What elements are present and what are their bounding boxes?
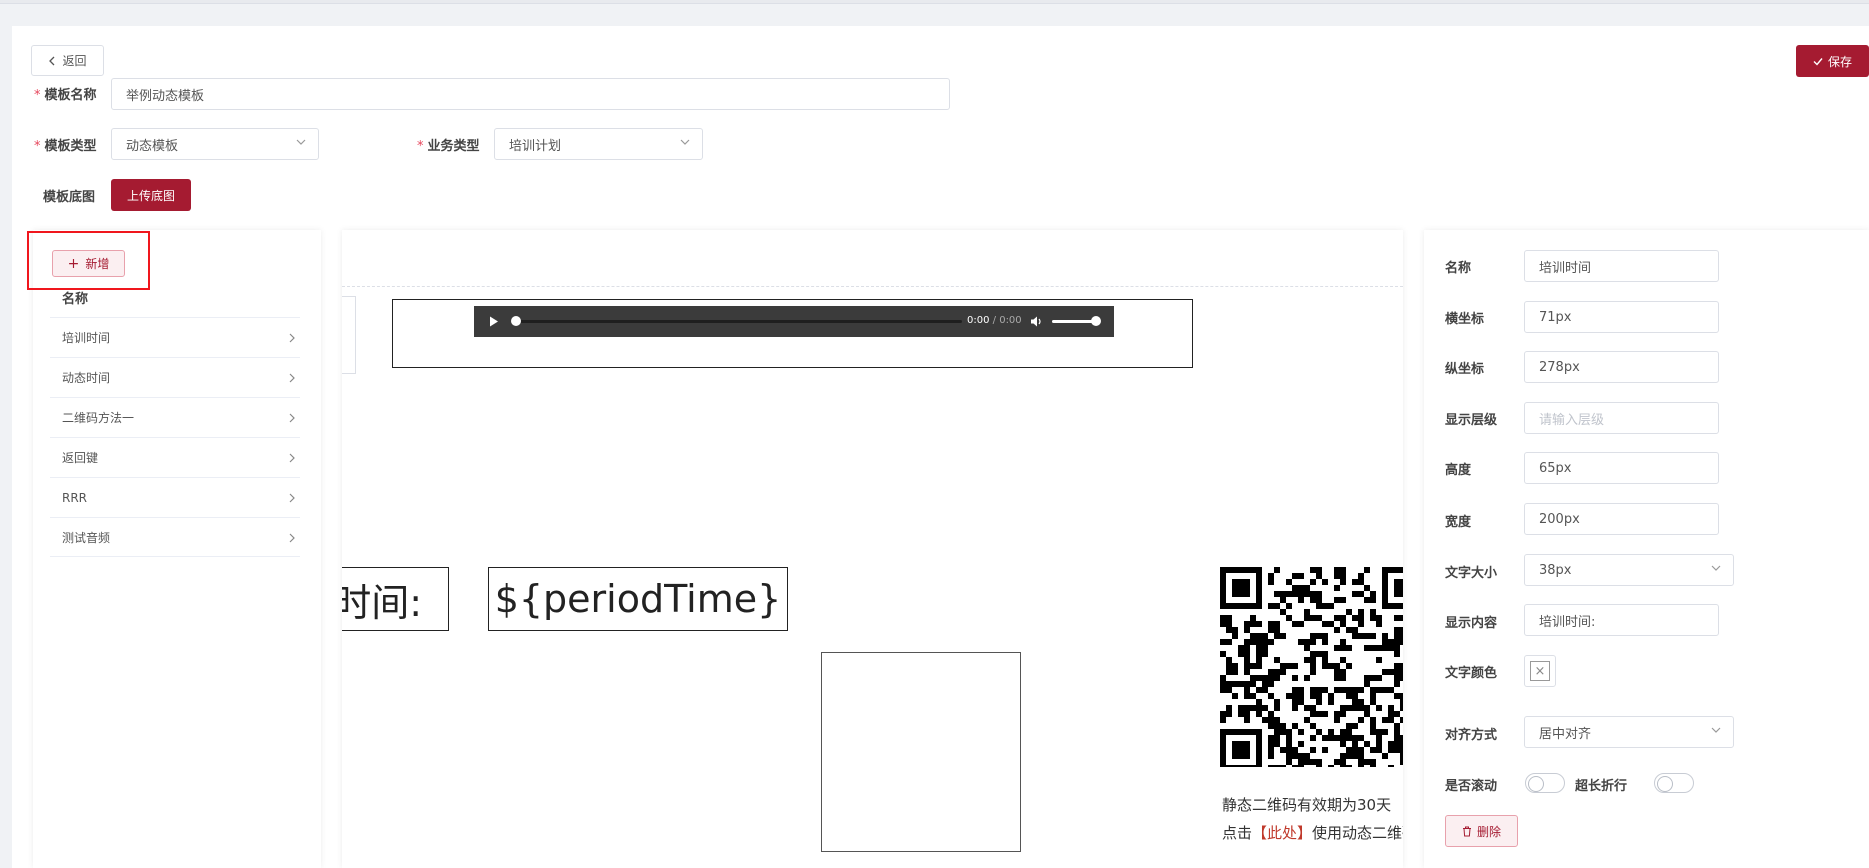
top-border bbox=[0, 0, 1869, 4]
prop-zindex-label: 显示层级 bbox=[1445, 413, 1498, 428]
prop-y-label: 纵坐标 bbox=[1445, 362, 1485, 377]
qr-note-line1: 静态二维码有效期为30天 bbox=[1222, 796, 1392, 814]
prop-align-select[interactable]: 居中对齐 bbox=[1524, 716, 1734, 748]
background-image-label: 模板底图 bbox=[43, 190, 96, 205]
plus-icon: + bbox=[67, 255, 80, 272]
add-layer-button[interactable]: + 新增 bbox=[52, 250, 125, 277]
volume-icon[interactable] bbox=[1030, 316, 1043, 327]
prop-zindex-input[interactable]: 请输入层级 bbox=[1524, 402, 1719, 434]
chevron-down-icon bbox=[680, 139, 690, 145]
chevron-right-icon bbox=[289, 533, 295, 543]
list-divider bbox=[50, 556, 300, 557]
prop-content-input[interactable]: 培训时间: bbox=[1524, 604, 1719, 636]
qr-note-line2: 点击【此处】使用动态二维码 bbox=[1222, 824, 1403, 842]
dynamic-qr-link[interactable]: 【此处】 bbox=[1252, 824, 1312, 842]
play-icon[interactable] bbox=[489, 316, 499, 327]
template-type-select[interactable]: 动态模板 bbox=[111, 128, 319, 160]
prop-name-label: 名称 bbox=[1445, 261, 1472, 276]
text-color-picker[interactable]: × bbox=[1524, 655, 1556, 687]
prop-height-label: 高度 bbox=[1445, 463, 1472, 478]
canvas-text-variable[interactable]: ${periodTime} bbox=[488, 567, 788, 631]
empty-color-icon: × bbox=[1530, 661, 1550, 681]
prop-y-input[interactable]: 278px bbox=[1524, 351, 1719, 383]
template-name-input[interactable]: 举例动态模板 bbox=[111, 78, 950, 110]
required-mark: * bbox=[417, 139, 424, 154]
check-icon bbox=[1813, 57, 1823, 66]
volume-track[interactable] bbox=[1052, 320, 1096, 323]
layer-item-label: 测试音频 bbox=[62, 531, 111, 545]
layer-list-header: 名称 bbox=[62, 292, 89, 307]
layer-item-training-time[interactable]: 培训时间 bbox=[50, 317, 300, 357]
layer-item-label: 二维码方法一 bbox=[62, 411, 135, 425]
canvas-text-label[interactable]: 时间: bbox=[342, 567, 449, 631]
chevron-down-icon bbox=[296, 139, 306, 145]
scroll-toggle[interactable] bbox=[1525, 773, 1565, 793]
template-name-label: * 模板名称 bbox=[34, 88, 97, 103]
qr-code-image[interactable] bbox=[1220, 567, 1403, 767]
upload-background-button[interactable]: 上传底图 bbox=[111, 179, 191, 211]
business-type-select[interactable]: 培训计划 bbox=[494, 128, 703, 160]
layer-item-back-key[interactable]: 返回键 bbox=[50, 437, 300, 477]
back-button-label: 返回 bbox=[62, 54, 87, 68]
delete-layer-button[interactable]: 删除 bbox=[1445, 815, 1518, 847]
layer-item-rrr[interactable]: RRR bbox=[50, 477, 300, 517]
chevron-left-icon bbox=[49, 56, 55, 65]
prop-width-label: 宽度 bbox=[1445, 515, 1472, 530]
prop-x-input[interactable]: 71px bbox=[1524, 301, 1719, 333]
audio-progress-handle[interactable] bbox=[511, 316, 521, 326]
prop-width-input[interactable]: 200px bbox=[1524, 503, 1719, 535]
prop-fontsize-label: 文字大小 bbox=[1445, 566, 1498, 581]
chevron-right-icon bbox=[289, 493, 295, 503]
delete-layer-label: 删除 bbox=[1476, 824, 1501, 839]
layer-item-qrcode[interactable]: 二维码方法一 bbox=[50, 397, 300, 437]
audio-player: 0:00 / 0:00 bbox=[474, 306, 1114, 337]
prop-scroll-label: 是否滚动 bbox=[1445, 779, 1498, 794]
chevron-down-icon bbox=[1711, 727, 1721, 733]
add-layer-label: 新增 bbox=[85, 257, 110, 271]
layer-item-dynamic-time[interactable]: 动态时间 bbox=[50, 357, 300, 397]
chevron-right-icon bbox=[289, 333, 295, 343]
prop-content-label: 显示内容 bbox=[1445, 616, 1498, 631]
trash-icon bbox=[1462, 826, 1471, 836]
wrap-toggle[interactable] bbox=[1654, 773, 1694, 793]
layer-item-label: 动态时间 bbox=[62, 371, 111, 385]
required-mark: * bbox=[34, 88, 41, 103]
chevron-down-icon bbox=[1711, 565, 1721, 571]
template-canvas[interactable]: 0:00 / 0:00 时间: ${periodTime} 静态二维码有效期为3… bbox=[342, 230, 1403, 868]
canvas-audio-element[interactable]: 0:00 / 0:00 bbox=[392, 299, 1193, 368]
business-type-label: * 业务类型 bbox=[417, 139, 480, 154]
canvas-element-fragment[interactable] bbox=[342, 296, 356, 374]
chevron-right-icon bbox=[289, 453, 295, 463]
layer-item-label: RRR bbox=[62, 490, 88, 505]
canvas-image-element[interactable] bbox=[821, 652, 1021, 852]
audio-progress-track[interactable] bbox=[516, 320, 962, 323]
chevron-right-icon bbox=[289, 373, 295, 383]
layer-item-label: 培训时间 bbox=[62, 331, 111, 345]
prop-wrap-label: 超长折行 bbox=[1575, 779, 1628, 794]
template-type-label: * 模板类型 bbox=[34, 139, 97, 154]
save-button-label: 保存 bbox=[1827, 54, 1852, 69]
prop-name-input[interactable]: 培训时间 bbox=[1524, 250, 1719, 282]
prop-x-label: 横坐标 bbox=[1445, 312, 1485, 327]
layer-item-label: 返回键 bbox=[62, 451, 99, 465]
required-mark: * bbox=[34, 139, 41, 154]
prop-height-input[interactable]: 65px bbox=[1524, 452, 1719, 484]
prop-fontsize-select[interactable]: 38px bbox=[1524, 554, 1734, 586]
audio-time: 0:00 / 0:00 bbox=[967, 315, 1022, 326]
volume-handle[interactable] bbox=[1091, 316, 1101, 326]
prop-color-label: 文字颜色 bbox=[1445, 666, 1498, 681]
layer-item-test-audio[interactable]: 测试音频 bbox=[50, 517, 300, 557]
save-button[interactable]: 保存 bbox=[1796, 45, 1869, 77]
back-button[interactable]: 返回 bbox=[31, 45, 104, 76]
canvas-guide-line bbox=[342, 286, 1403, 287]
chevron-right-icon bbox=[289, 413, 295, 423]
prop-align-label: 对齐方式 bbox=[1445, 728, 1498, 743]
